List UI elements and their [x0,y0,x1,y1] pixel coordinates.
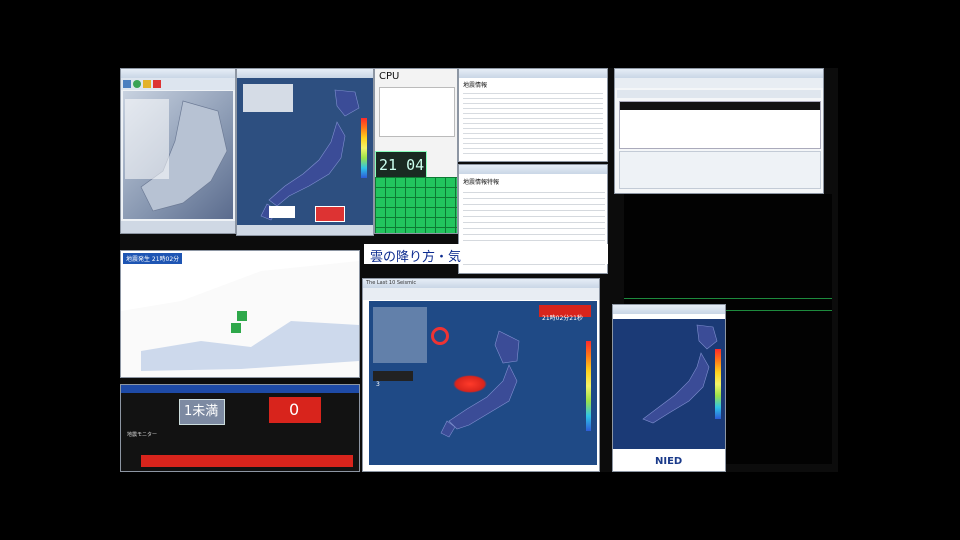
nied-japan-shape [642,324,718,424]
quake-news-window[interactable]: 地震情報 [458,68,608,162]
window-title-bar[interactable] [459,165,607,174]
monitor-label: 地震モニター [127,432,158,438]
intensity-text: 1未満 [184,404,219,419]
red-meter [141,455,353,467]
list-area [619,101,821,149]
seismic-map: 21時02分21秒 3 [369,301,597,465]
warning-box-white [269,206,295,218]
info-box [243,84,293,112]
nied-map [613,319,725,449]
window-title-bar[interactable] [237,69,373,78]
window-title-bar[interactable]: The Last 10 Seismic [363,279,599,288]
nied-window[interactable]: NIED [612,304,726,472]
status-strip [237,225,373,235]
japan-map-window[interactable] [236,68,374,236]
list-panel [373,307,427,363]
ticker-window[interactable]: 雲の降り方・気 [364,244,608,264]
panel-title-bar[interactable] [121,385,359,393]
window-title-bar[interactable] [615,69,823,78]
menu-bar[interactable] [615,78,823,88]
shake-panel-window[interactable]: 1未満 0 地震モニター [120,384,360,472]
window-title-bar[interactable] [613,305,725,314]
time-badge: 21時02分21秒 [539,305,591,322]
grid-panel [375,177,457,233]
ticker-text: 雲の降り方・気 [370,250,462,264]
count-text: 0 [289,400,300,419]
header-strip [363,288,599,300]
status-level: 3 [376,381,380,388]
depth-scale [586,341,591,431]
intensity-box: 1未満 [179,399,225,425]
map-icon[interactable] [123,80,131,88]
cpu-graph [379,87,455,137]
warning-icon[interactable] [143,80,151,88]
bottom-tabs[interactable] [121,221,235,233]
list-header [617,90,821,98]
last10-window[interactable]: The Last 10 Seismic 21時02分21秒 3 [362,278,600,472]
left-info-panel [125,99,169,179]
close-icon[interactable] [153,80,161,88]
last10-title: The Last 10 Seismic [366,280,417,286]
nied-scale [715,349,721,419]
epicenter-marker-2 [231,323,241,333]
event-list-window[interactable] [614,68,824,194]
nied-brand: NIED [655,456,683,467]
time-badge-text: 21時02分21秒 [542,315,583,322]
selected-row[interactable] [620,102,820,110]
sea-area [237,78,373,226]
toolbar [121,78,235,90]
count-box: 0 [269,397,321,423]
desktop-stage: CPU 21 04 地震情報 地震情報特報 地震発生 21時02分 1未満 0 … [120,68,838,472]
cpu-window[interactable]: CPU 21 04 [374,68,458,234]
window-title-bar[interactable] [121,69,235,78]
red-circle-marker [431,327,449,345]
intensity-scale [361,118,367,178]
intensity-map-window[interactable] [120,68,236,234]
red-cluster [453,375,487,393]
regional-map-window[interactable]: 地震発生 21時02分 [120,250,360,378]
green-line-1 [624,298,832,299]
clock-text: 21 04 [379,156,425,174]
epicenter-marker-1 [237,311,247,321]
news-body [463,89,603,155]
status-level-box: 3 [373,371,413,388]
cpu-title: CPU [379,71,400,82]
lower-panel [619,151,821,189]
refresh-icon[interactable] [133,80,141,88]
clock-display: 21 04 [375,151,427,179]
window-title-bar[interactable] [459,69,607,78]
warning-box-red [315,206,345,222]
